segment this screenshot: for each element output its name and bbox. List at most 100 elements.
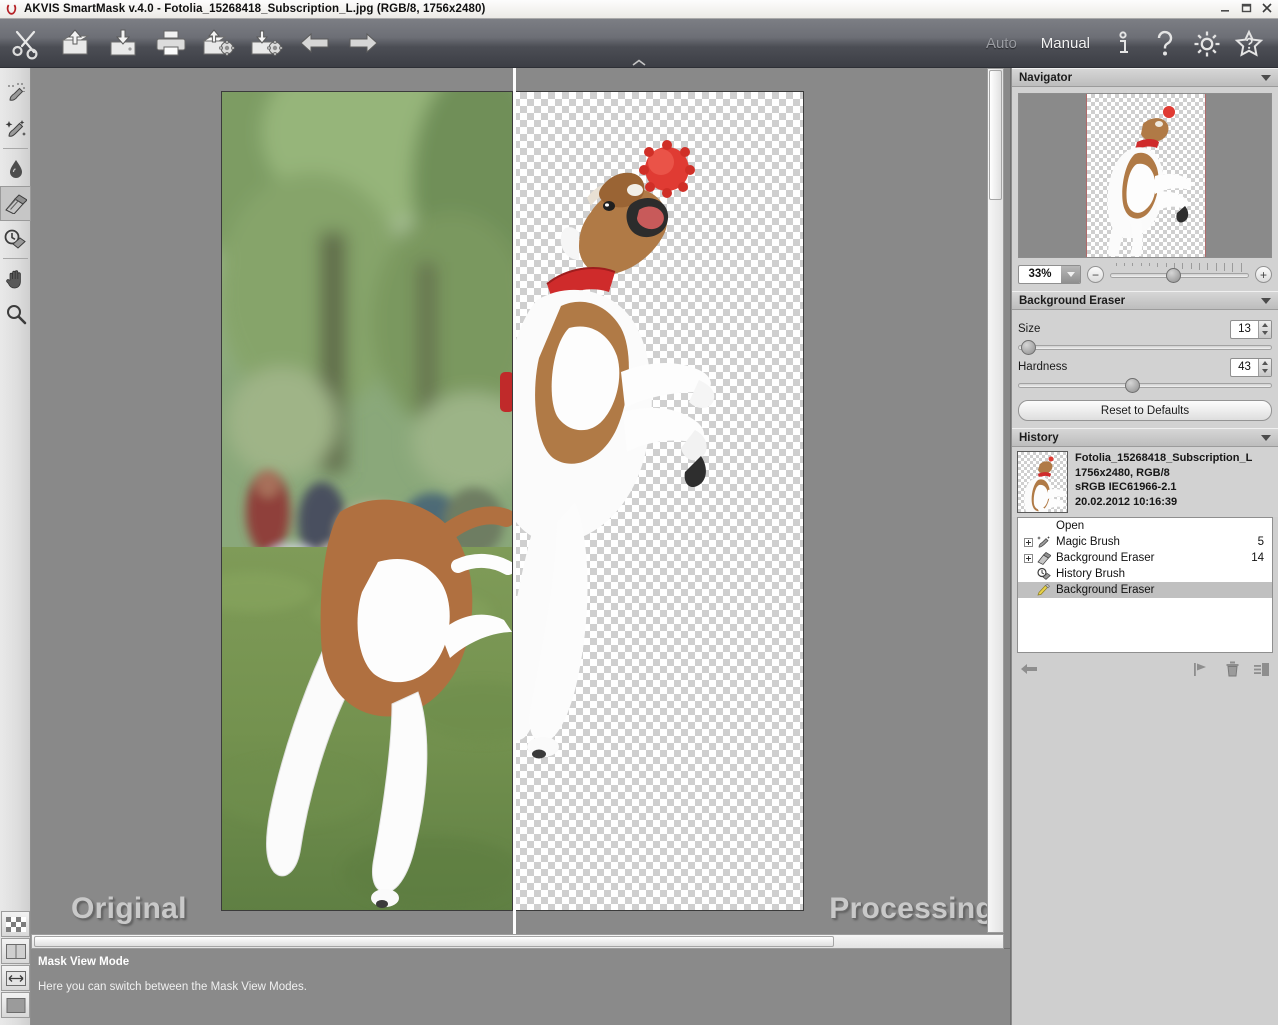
chevron-down-icon[interactable]	[1261, 435, 1271, 441]
history-section-header[interactable]: History	[1012, 428, 1278, 447]
undo-button[interactable]	[292, 21, 338, 65]
mode-manual[interactable]: Manual	[1029, 35, 1102, 52]
history-title: History	[1019, 432, 1261, 444]
help-button[interactable]	[1144, 22, 1186, 66]
history-item-label: Open	[1056, 520, 1264, 532]
navigator-title: Navigator	[1019, 72, 1261, 84]
history-item-magic-brush[interactable]: Magic Brush 5	[1018, 534, 1272, 550]
history-clear-button[interactable]	[1253, 662, 1270, 677]
param-hardness: Hardness 43	[1018, 357, 1272, 392]
background-eraser-icon	[1036, 552, 1052, 565]
chevron-down-icon[interactable]	[1061, 266, 1080, 283]
chevron-up-icon[interactable]	[628, 58, 650, 67]
print-image-button[interactable]	[148, 21, 194, 65]
zoom-slider[interactable]	[1110, 265, 1249, 284]
tips-button[interactable]	[1228, 22, 1270, 66]
zoom-in-button[interactable]: +	[1255, 266, 1272, 283]
navigator-body: 33% −	[1012, 87, 1278, 291]
preferences-button[interactable]	[1186, 22, 1228, 66]
status-hint-panel: Mask View Mode Here you can switch betwe…	[31, 949, 1010, 1025]
view-mode-compare[interactable]	[1, 965, 30, 991]
tool-drop-fill[interactable]	[0, 151, 31, 186]
hint-text: Here you can switch between the Mask Vie…	[38, 981, 307, 993]
main-toolbar: Auto Manual	[0, 19, 1278, 68]
history-list[interactable]: Open Magic Brush 5	[1017, 517, 1273, 653]
size-stepper[interactable]	[1258, 321, 1271, 338]
background-eraser-section-header[interactable]: Background Eraser	[1012, 291, 1278, 310]
load-preset-button[interactable]	[196, 21, 242, 65]
stepper-down-icon[interactable]	[1262, 369, 1268, 373]
expand-toggle-icon[interactable]	[1024, 538, 1033, 547]
tool-magic-brush[interactable]	[0, 111, 31, 146]
history-snapshot-button[interactable]	[1193, 662, 1209, 677]
akvis-horseshoe-logo-icon	[5, 3, 18, 16]
history-source-profile: sRGB IEC61966-2.1	[1075, 480, 1273, 495]
history-source-thumbnail[interactable]	[1017, 451, 1068, 513]
history-item-background-eraser[interactable]: Background Eraser 14	[1018, 550, 1272, 566]
scissors-logo	[4, 21, 50, 65]
tool-quick-selection-brush[interactable]	[0, 76, 31, 111]
history-back-button[interactable]	[1020, 662, 1038, 676]
stepper-down-icon[interactable]	[1262, 331, 1268, 335]
zoom-controls: 33% −	[1018, 265, 1272, 284]
tool-history-brush[interactable]	[0, 221, 31, 256]
split-divider[interactable]	[513, 68, 516, 948]
minimize-button[interactable]	[1218, 1, 1232, 15]
navigator-viewport[interactable]	[1086, 94, 1206, 257]
stepper-up-icon[interactable]	[1262, 361, 1268, 365]
view-mode-split[interactable]	[1, 938, 30, 964]
original-image	[221, 91, 513, 911]
vertical-scroll-thumb[interactable]	[989, 70, 1002, 200]
expand-toggle-icon[interactable]	[1024, 554, 1033, 563]
param-size: Size 13	[1018, 319, 1272, 354]
image-canvas[interactable]: Original Processing	[31, 68, 1010, 948]
processing-label: Processing	[829, 892, 994, 926]
view-mode-solid[interactable]	[1, 992, 30, 1018]
history-item-background-eraser-current[interactable]: Background Eraser	[1018, 582, 1272, 598]
window-controls	[1218, 1, 1274, 15]
mode-auto[interactable]: Auto	[974, 35, 1029, 52]
size-spinbox[interactable]: 13	[1230, 320, 1272, 339]
history-toolbar	[1012, 656, 1278, 682]
redo-button[interactable]	[340, 21, 386, 65]
size-label: Size	[1018, 323, 1230, 335]
history-item-open[interactable]: Open	[1018, 518, 1272, 534]
about-button[interactable]	[1102, 22, 1144, 66]
maximize-button[interactable]	[1239, 1, 1253, 15]
close-button[interactable]	[1260, 1, 1274, 15]
navigator-section-header[interactable]: Navigator	[1012, 68, 1278, 87]
save-image-button[interactable]	[100, 21, 146, 65]
hardness-slider-knob[interactable]	[1125, 378, 1140, 393]
red-ball	[639, 140, 695, 198]
size-slider-knob[interactable]	[1021, 340, 1036, 355]
history-item-history-brush[interactable]: History Brush	[1018, 566, 1272, 582]
size-slider[interactable]	[1018, 340, 1272, 354]
zoom-level-combobox[interactable]: 33%	[1018, 265, 1081, 284]
history-item-label: Background Eraser	[1056, 552, 1251, 564]
history-delete-button[interactable]	[1225, 661, 1240, 677]
chevron-down-icon[interactable]	[1261, 75, 1271, 81]
chevron-down-icon[interactable]	[1261, 298, 1271, 304]
zoom-slider-knob[interactable]	[1166, 268, 1181, 283]
tool-hand[interactable]	[0, 261, 31, 296]
view-mode-checker[interactable]	[1, 911, 30, 937]
pencil-eraser-icon	[1036, 584, 1052, 597]
reset-to-defaults-button[interactable]: Reset to Defaults	[1018, 400, 1272, 421]
navigator-preview[interactable]	[1018, 93, 1272, 258]
horizontal-scroll-thumb[interactable]	[34, 936, 834, 947]
history-item-label: History Brush	[1056, 568, 1264, 580]
hardness-slider[interactable]	[1018, 378, 1272, 392]
tool-background-eraser[interactable]	[0, 186, 31, 221]
open-image-button[interactable]	[52, 21, 98, 65]
stepper-up-icon[interactable]	[1262, 323, 1268, 327]
tool-zoom[interactable]	[0, 296, 31, 331]
hardness-value: 43	[1231, 359, 1258, 376]
canvas-horizontal-scrollbar[interactable]	[31, 934, 1004, 949]
canvas-vertical-scrollbar[interactable]	[987, 68, 1004, 933]
history-source-datetime: 20.02.2012 10:16:39	[1075, 495, 1273, 510]
history-item-count: 14	[1251, 552, 1272, 564]
hardness-stepper[interactable]	[1258, 359, 1271, 376]
zoom-out-button[interactable]: −	[1087, 266, 1104, 283]
hardness-spinbox[interactable]: 43	[1230, 358, 1272, 377]
save-preset-button[interactable]	[244, 21, 290, 65]
